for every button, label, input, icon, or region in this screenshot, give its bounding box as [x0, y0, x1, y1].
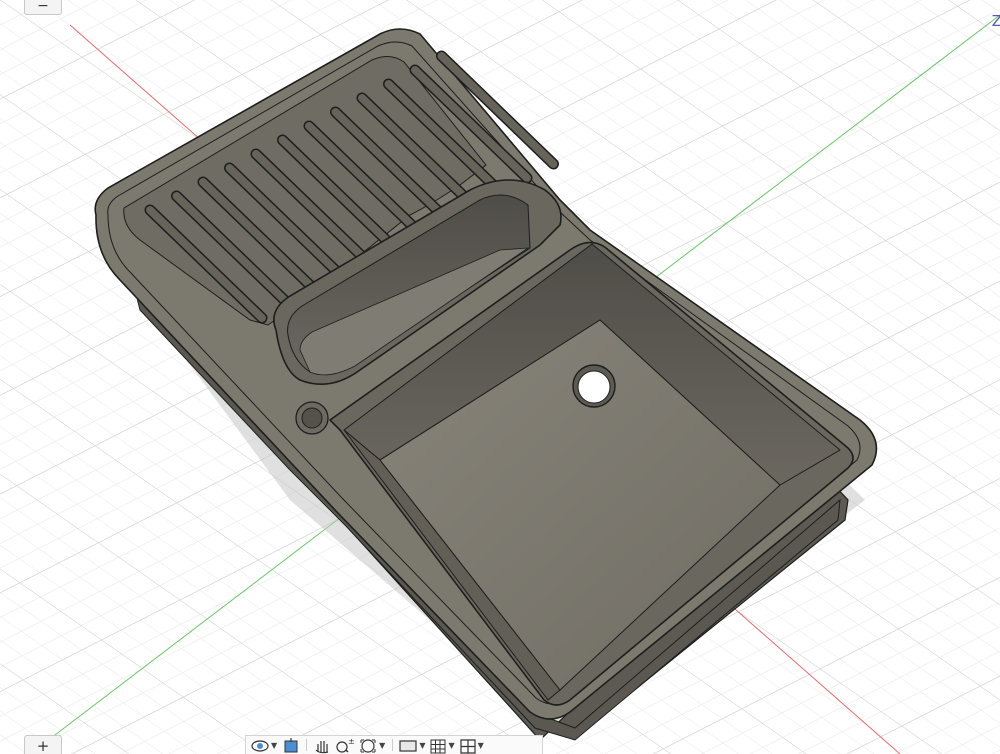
chevron-down-icon[interactable]: ▼	[379, 737, 385, 754]
pan-icon	[315, 740, 329, 753]
tap-hole-inner	[301, 407, 323, 429]
chevron-down-icon[interactable]: ▼	[271, 737, 277, 754]
viewports-icon	[460, 738, 476, 754]
fit-icon	[360, 738, 376, 753]
look-at-tool[interactable]	[281, 737, 301, 754]
grid-settings-tool[interactable]: ▼	[429, 737, 456, 754]
svg-text:±: ±	[348, 737, 355, 746]
orbit-icon	[251, 739, 269, 752]
chevron-down-icon[interactable]: ▼	[419, 737, 425, 754]
display-settings-icon	[399, 739, 417, 752]
collapse-panel-button[interactable]: −	[24, 0, 62, 15]
orbit-tool[interactable]: ▼	[250, 737, 279, 754]
canvas-viewport[interactable]: − Z + ▼ ± ▼ ▼ ▼ ▼	[0, 0, 1000, 754]
zoom-icon: ±	[336, 737, 355, 753]
look-at-icon	[284, 737, 298, 752]
sink-3d-model-view[interactable]	[0, 0, 1000, 754]
view-cube-z-label[interactable]: Z	[992, 12, 1000, 30]
expand-panel-button[interactable]: +	[24, 735, 62, 754]
viewports-tool[interactable]: ▼	[459, 737, 486, 754]
pan-tool[interactable]	[312, 737, 332, 754]
chevron-down-icon[interactable]: ▼	[448, 737, 454, 754]
drain-hole-opening	[577, 370, 611, 404]
navigation-toolbar: ▼ ± ▼ ▼ ▼ ▼	[245, 735, 543, 754]
chevron-down-icon[interactable]: ▼	[478, 737, 484, 754]
grid-settings-icon	[430, 739, 446, 753]
toolbar-divider	[306, 739, 308, 751]
display-settings-tool[interactable]: ▼	[398, 737, 427, 754]
fit-tool[interactable]: ▼	[358, 737, 387, 754]
toolbar-divider	[392, 739, 394, 751]
zoom-tool[interactable]: ±	[334, 737, 356, 754]
